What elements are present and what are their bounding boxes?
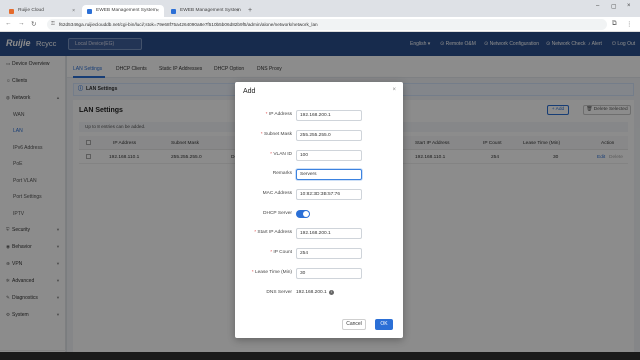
- url-field[interactable]: ⚿ f62d5346ga.ruijieclouddb.net/cgi-bin/l…: [47, 19, 607, 30]
- close-icon[interactable]: ×: [236, 5, 239, 17]
- browser-tab-eweb[interactable]: EWEB Management System ×: [166, 5, 244, 17]
- mac-address-row: MAC Address 10:82:3D:3B:57:76: [235, 189, 403, 200]
- info-icon[interactable]: i: [328, 290, 334, 295]
- dns-server-row: DNS Server 192.168.200.1 i: [235, 288, 403, 299]
- close-icon[interactable]: ×: [392, 87, 396, 93]
- dialog-title: Add: [243, 88, 256, 95]
- close-icon[interactable]: ×: [156, 5, 159, 17]
- extensions-icon[interactable]: ⧉: [612, 20, 617, 28]
- reload-icon[interactable]: ↻: [31, 20, 36, 28]
- browser-tabbar: Ruijie Cloud × EWEB Management System × …: [0, 0, 640, 17]
- new-tab-button[interactable]: +: [246, 7, 254, 15]
- ip-count-row: * IP Count 254: [235, 248, 403, 259]
- close-icon[interactable]: ×: [72, 5, 75, 17]
- subnet-mask-row: * Subnet Mask 255.255.255.0: [235, 130, 403, 141]
- window-close-icon[interactable]: ×: [627, 3, 631, 9]
- ip-count-input[interactable]: 254: [296, 248, 362, 259]
- forward-icon[interactable]: →: [18, 20, 25, 27]
- vlan-id-input[interactable]: 100: [296, 150, 362, 161]
- ip-address-input[interactable]: 192.168.200.1: [296, 110, 362, 121]
- favicon-icon: [171, 9, 176, 14]
- browser-tab-eweb-active[interactable]: EWEB Management System ×: [82, 5, 164, 17]
- minimize-icon[interactable]: –: [596, 3, 599, 9]
- lease-time-row: * Lease Time (Min) 30: [235, 268, 403, 279]
- subnet-mask-input[interactable]: 255.255.255.0: [296, 130, 362, 141]
- favicon-icon: [87, 9, 92, 14]
- cancel-button[interactable]: Cancel: [342, 319, 366, 330]
- dns-server-value: 192.168.200.1: [296, 290, 327, 295]
- ip-address-row: * IP Address 192.168.200.1: [235, 110, 403, 121]
- lease-time-input[interactable]: 30: [296, 268, 362, 279]
- favicon-icon: [9, 9, 14, 14]
- dhcp-server-toggle[interactable]: [296, 210, 310, 218]
- remarks-input[interactable]: Servers: [296, 169, 362, 180]
- back-icon[interactable]: ←: [5, 20, 12, 27]
- lock-icon: ⚿: [51, 21, 55, 27]
- browser-tab-ruijie-cloud[interactable]: Ruijie Cloud ×: [4, 5, 80, 17]
- address-bar: ← → ↻ ⚿ f62d5346ga.ruijieclouddb.net/cgi…: [0, 17, 640, 32]
- menu-icon[interactable]: ⋮: [626, 20, 633, 28]
- add-dialog: Add × * IP Address 192.168.200.1 * Subne…: [235, 82, 403, 338]
- maximize-icon[interactable]: ▢: [611, 3, 617, 10]
- os-taskbar: [0, 352, 640, 360]
- dhcp-server-row: DHCP Server: [235, 209, 403, 220]
- start-ip-input[interactable]: 192.168.200.1: [296, 228, 362, 239]
- vlan-id-row: * VLAN ID 100: [235, 150, 403, 161]
- remarks-row: Remarks Servers: [235, 169, 403, 180]
- ok-button[interactable]: OK: [375, 319, 393, 330]
- start-ip-row: * Start IP Address 192.168.200.1: [235, 228, 403, 239]
- mac-address-input[interactable]: 10:82:3D:3B:57:76: [296, 189, 362, 200]
